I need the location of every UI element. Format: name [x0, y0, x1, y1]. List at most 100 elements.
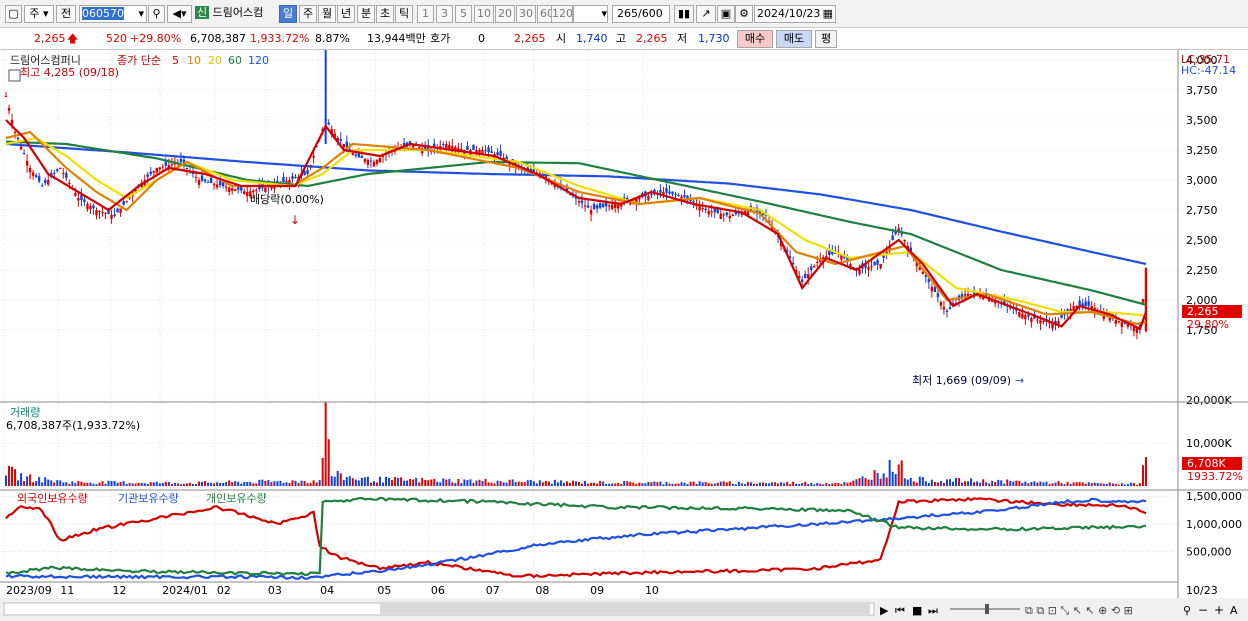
stock-code-input[interactable]: 060570 ▾ [79, 5, 147, 23]
forward-icon[interactable]: ⏭ [928, 604, 938, 617]
bar-count-field[interactable]: 265/600 [612, 5, 670, 23]
interval-3[interactable]: 3 [436, 5, 453, 23]
candle-body [589, 210, 593, 215]
menu-icon[interactable]: ▢ [5, 5, 22, 23]
stock-name[interactable]: 신 드림어스컴 [195, 5, 277, 23]
interval-10[interactable]: 10 [474, 5, 494, 23]
candle-body [813, 266, 816, 267]
low-label: 저 [677, 32, 688, 45]
date-axis-label: 04 [320, 584, 334, 597]
candle-body [592, 204, 596, 210]
candle-body [942, 307, 946, 310]
volume-bar [201, 481, 204, 486]
volume-bar [936, 482, 939, 486]
volume-bar [210, 482, 213, 486]
volume-bar [578, 481, 581, 486]
scroll-thumb[interactable] [380, 604, 870, 614]
volume-bar [134, 483, 137, 486]
volume-bar [1126, 484, 1129, 486]
candle-body [1036, 319, 1039, 321]
minus-icon[interactable]: − [1198, 603, 1208, 617]
volume-bar [442, 478, 445, 486]
avg-button[interactable]: 평 [815, 30, 837, 48]
candle-body [285, 181, 288, 183]
interval-20[interactable]: 20 [495, 5, 515, 23]
volume-bar [182, 484, 185, 486]
volume-bar [460, 483, 463, 486]
holder-tick-label: 1,500,000 [1186, 490, 1242, 503]
search-icon[interactable]: ⚲ [148, 5, 165, 23]
volume-bar [514, 482, 517, 486]
top-toolbar: ▢ 주 ▾ 전 060570 ▾ ⚲ ◀▾ 신 드림어스컴 일 주 월 년 분 초… [0, 0, 1248, 28]
price-tick-label: 3,500 [1186, 114, 1218, 127]
volume-bar [1024, 481, 1027, 486]
zoom-handle[interactable] [985, 604, 989, 614]
volume-bar [1003, 483, 1006, 486]
sell-button[interactable]: 매도 [776, 30, 812, 48]
buy-button[interactable]: 매수 [737, 30, 773, 48]
volume-bar [683, 482, 686, 486]
tab-year[interactable]: 년 [337, 5, 355, 23]
tab-tick[interactable]: 틱 [395, 5, 413, 23]
indicator-icon[interactable]: ↗ [696, 5, 716, 23]
font-size-icon[interactable]: A [1230, 604, 1238, 617]
play-icon[interactable]: ▶ [880, 604, 889, 617]
candle-body [1060, 315, 1063, 318]
volume-bar [508, 479, 511, 486]
candle-body [74, 193, 77, 196]
interval-5[interactable]: 5 [455, 5, 472, 23]
date-input[interactable]: 2024/10/23 ▦ [754, 5, 836, 23]
volume-bar [894, 474, 897, 486]
stock-chart[interactable]: 4,0003,7503,5003,2503,0002,7502,5002,250… [0, 50, 1248, 621]
market-select[interactable]: 주 ▾ [24, 5, 54, 23]
stop-icon[interactable]: ■ [912, 604, 922, 617]
bid-label: 호가 [430, 32, 451, 45]
volume-bar [276, 481, 279, 486]
tool-icons[interactable]: ⧉ ⧉ ⊡ ⤡ ↖ ↖ ⊕ ⟲ ⊞ [1025, 604, 1133, 617]
volume-bar [312, 480, 315, 486]
change: 520 [106, 32, 127, 45]
plus-icon[interactable]: + [1214, 603, 1224, 617]
volume-bar [701, 482, 704, 486]
volume-bar [140, 482, 143, 486]
candle-body [170, 164, 174, 166]
volume-bar [366, 476, 369, 486]
volume-bar [336, 471, 339, 486]
volume-bar [713, 483, 716, 486]
volume-bar [780, 482, 783, 486]
tab-second[interactable]: 초 [376, 5, 394, 23]
volume-bar [155, 481, 158, 486]
volume-bar [1141, 465, 1144, 486]
rewind-icon[interactable]: ⏮ [895, 604, 905, 617]
prev-button[interactable]: 전 [56, 5, 76, 23]
interval-30[interactable]: 30 [516, 5, 536, 23]
volume-bar [1030, 481, 1033, 486]
save-icon[interactable]: ▣ [717, 5, 735, 23]
candle-type-icon[interactable]: ▮▮ [674, 5, 694, 23]
bid-price: 2,265 [514, 32, 546, 45]
interval-120[interactable]: 120 [551, 5, 573, 23]
tab-minute[interactable]: 분 [357, 5, 375, 23]
interval-1[interactable]: 1 [417, 5, 434, 23]
candle-body [4, 96, 8, 97]
zoom-out-icon[interactable]: ⚲ [1183, 604, 1191, 617]
volume-bar [1090, 483, 1093, 486]
interval-dropdown[interactable]: ▾ [573, 5, 608, 23]
tab-week[interactable]: 주 [299, 5, 317, 23]
volume-bar [903, 478, 906, 486]
volume-bar [95, 484, 98, 486]
gear-icon[interactable]: ⚙ [735, 5, 753, 23]
volume-bar [149, 482, 152, 486]
candle-body [1117, 321, 1121, 323]
volume-bar [623, 481, 626, 486]
volume-bar [1009, 480, 1012, 486]
tab-day[interactable]: 일 [279, 5, 297, 23]
tab-month[interactable]: 월 [318, 5, 336, 23]
volume-bar [918, 476, 921, 486]
candle-body [53, 172, 56, 174]
sound-icon[interactable]: ◀▾ [167, 5, 192, 23]
volume-bar [454, 483, 457, 486]
volume-bar [707, 483, 710, 486]
volume-bar [188, 482, 191, 486]
volume-bar [958, 478, 961, 486]
